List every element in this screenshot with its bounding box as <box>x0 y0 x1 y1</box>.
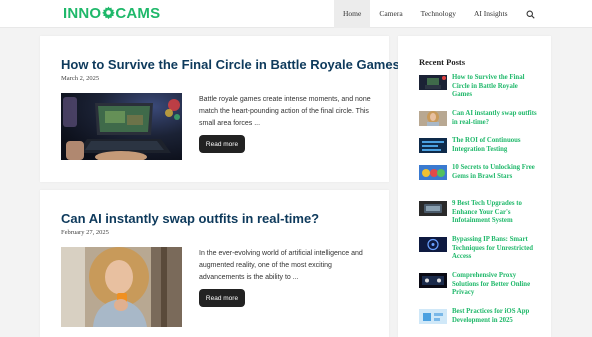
post-card: How to Survive the Final Circle in Battl… <box>40 36 400 182</box>
recent-post-item[interactable]: Best Practices for iOS App Development i… <box>419 308 539 335</box>
logo-text-left: INNO <box>63 5 102 22</box>
recent-post-thumb <box>419 309 447 324</box>
read-more-button[interactable]: Read more <box>199 135 245 153</box>
recent-post-thumb <box>419 138 447 153</box>
recent-post-item[interactable]: Can AI instantly swap outfits in real-ti… <box>419 110 539 137</box>
recent-post-link[interactable]: 9 Best Tech Upgrades to Enhance Your Car… <box>452 200 539 226</box>
search-button[interactable] <box>517 0 545 28</box>
nav-technology[interactable]: Technology <box>412 0 465 28</box>
logo-text-right: CAMS <box>115 5 161 22</box>
recent-post-link[interactable]: How to Survive the Final Circle in Battl… <box>452 74 539 100</box>
gaming-laptop-image <box>61 93 182 160</box>
recent-post-link[interactable]: 10 Secrets to Unlocking Free Gems in Bra… <box>452 164 539 181</box>
search-icon <box>526 10 535 19</box>
nav-camera[interactable]: Camera <box>370 0 411 28</box>
recent-post-item[interactable]: Bypassing IP Bans: Smart Techniques for … <box>419 236 539 272</box>
recent-post-item[interactable]: The ROI of Continuous Integration Testin… <box>419 137 539 164</box>
recent-post-item[interactable]: How to Survive the Final Circle in Battl… <box>419 74 539 110</box>
recent-post-item[interactable]: 10 Secrets to Unlocking Free Gems in Bra… <box>419 164 539 200</box>
woman-with-phone-image <box>61 247 182 327</box>
recent-post-thumb <box>419 237 447 252</box>
recent-post-item[interactable]: 9 Best Tech Upgrades to Enhance Your Car… <box>419 200 539 236</box>
recent-post-link[interactable]: The ROI of Continuous Integration Testin… <box>452 137 539 154</box>
post-title[interactable]: Can AI instantly swap outfits in real-ti… <box>61 211 319 226</box>
nav-ai-insights[interactable]: AI Insights <box>465 0 517 28</box>
nav-home[interactable]: Home <box>334 0 371 28</box>
recent-post-thumb <box>419 273 447 288</box>
recent-post-link[interactable]: Bypassing IP Bans: Smart Techniques for … <box>452 236 539 262</box>
recent-post-link[interactable]: Can AI instantly swap outfits in real-ti… <box>452 110 539 127</box>
recent-post-thumb <box>419 111 447 126</box>
recent-post-link[interactable]: Comprehensive Proxy Solutions for Better… <box>452 272 539 298</box>
post-date: March 2, 2025 <box>61 75 100 82</box>
sidebar-recent-posts: Recent Posts How to Survive the Final Ci… <box>398 36 551 337</box>
post-thumbnail-gaming[interactable] <box>61 93 182 160</box>
post-date: February 27, 2025 <box>61 229 109 236</box>
recent-post-thumb <box>419 75 447 90</box>
recent-post-item[interactable]: Comprehensive Proxy Solutions for Better… <box>419 272 539 308</box>
main-nav: Home Camera Technology AI Insights <box>334 0 545 28</box>
site-header: INNO CAMS Home Camera Technology AI Insig… <box>0 0 592 28</box>
post-excerpt: In the ever-evolving world of artificial… <box>199 250 363 281</box>
post-card: Can AI instantly swap outfits in real-ti… <box>40 190 389 337</box>
post-excerpt: Battle royale games create intense momen… <box>199 96 371 127</box>
sidebar-title: Recent Posts <box>419 57 466 67</box>
gear-icon <box>101 6 115 19</box>
post-thumbnail-woman-phone[interactable] <box>61 247 182 327</box>
recent-post-link[interactable]: Best Practices for iOS App Development i… <box>452 308 539 325</box>
post-title[interactable]: How to Survive the Final Circle in Battl… <box>61 57 400 72</box>
recent-posts-list: How to Survive the Final Circle in Battl… <box>419 74 539 335</box>
recent-post-thumb <box>419 201 447 216</box>
site-logo[interactable]: INNO CAMS <box>63 5 160 22</box>
recent-post-thumb <box>419 165 447 180</box>
read-more-button[interactable]: Read more <box>199 289 245 307</box>
